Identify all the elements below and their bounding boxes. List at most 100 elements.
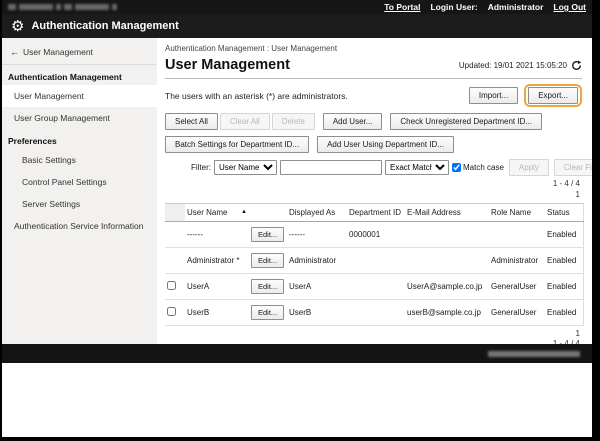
cell-email (405, 221, 489, 247)
clear-filter-button: Clear Filter (554, 159, 592, 176)
sidebar-section-authentication-management: Authentication Management (2, 65, 157, 85)
screenshot-frame: To Portal Login User: Administrator Log … (0, 0, 600, 441)
edit-button[interactable]: Edit... (251, 227, 284, 242)
filter-field-select[interactable]: User Name (214, 160, 277, 175)
cell-role-name: GeneralUser (489, 299, 545, 325)
cell-status: Enabled (545, 247, 583, 273)
pagination-page-number[interactable]: 1 (165, 329, 580, 340)
sidebar-item-basic-settings[interactable]: Basic Settings (2, 149, 157, 171)
cell-email (405, 247, 489, 273)
action-buttons-row-2: Batch Settings for Department ID... Add … (165, 136, 582, 153)
cell-user-name: UserA (185, 273, 249, 299)
check-unregistered-department-id-button[interactable]: Check Unregistered Department ID... (390, 113, 542, 130)
to-portal-link[interactable]: To Portal (384, 2, 420, 12)
browser-page: To Portal Login User: Administrator Log … (2, 0, 592, 437)
pagination-page-number[interactable]: 1 (165, 190, 580, 201)
table-header-row: User Name▲ Displayed As Department ID E-… (165, 203, 583, 221)
note-row: The users with an asterisk (*) are admin… (165, 84, 582, 107)
filter-match-select[interactable]: Exact Match (385, 160, 449, 175)
cell-email: UserA@sample.co.jp (405, 273, 489, 299)
header-department-id: Department ID (347, 203, 405, 221)
edit-button[interactable]: Edit... (251, 279, 284, 294)
cell-role-name: Administrator (489, 247, 545, 273)
gear-icon: ⚙ (11, 19, 24, 34)
header-edit-column (249, 203, 287, 221)
user-table: User Name▲ Displayed As Department ID E-… (165, 203, 584, 326)
cell-displayed-as: UserA (287, 273, 347, 299)
import-button[interactable]: Import... (469, 87, 518, 104)
filter-text-input[interactable] (280, 160, 382, 175)
breadcrumb: Authentication Management : User Managem… (165, 44, 582, 53)
sidebar-item-server-settings[interactable]: Server Settings (2, 193, 157, 215)
login-user-name: Administrator (488, 2, 544, 12)
cell-status: Enabled (545, 221, 583, 247)
header-role-name: Role Name (489, 203, 545, 221)
log-out-link[interactable]: Log Out (553, 2, 586, 12)
updated-timestamp: Updated: 19/01 2021 15:05:20 (459, 60, 582, 71)
cell-displayed-as: Administrator (287, 247, 347, 273)
sort-asc-icon: ▲ (241, 209, 247, 215)
title-row: User Management Updated: 19/01 2021 15:0… (165, 53, 582, 79)
sidebar-item-user-management[interactable]: User Management (2, 85, 157, 107)
admin-note: The users with an asterisk (*) are admin… (165, 91, 348, 101)
pagination-top: 1 - 4 / 4 1 (165, 179, 582, 201)
match-case-label: Match case (463, 163, 504, 172)
header-email: E-Mail Address (405, 203, 489, 221)
add-user-using-department-id-button[interactable]: Add User Using Department ID... (317, 136, 454, 153)
sidebar-item-authentication-service-information[interactable]: Authentication Service Information (2, 215, 157, 237)
add-user-button[interactable]: Add User... (323, 113, 383, 130)
export-button[interactable]: Export... (528, 87, 578, 104)
content-body: ← User Management Authentication Managem… (2, 38, 592, 344)
pagination-bottom: 1 1 - 4 / 4 (165, 329, 582, 344)
import-export-group: Import... Export... (469, 84, 582, 107)
sidebar-section-preferences: Preferences (2, 129, 157, 149)
cell-email: userB@sample.co.jp (405, 299, 489, 325)
row-checkbox[interactable] (167, 307, 176, 316)
filter-row: Filter: User Name Exact Match Match case… (191, 159, 582, 176)
table-row: UserA Edit... UserA UserA@sample.co.jp G… (165, 273, 583, 299)
filter-label: Filter: (191, 163, 211, 172)
edit-button[interactable]: Edit... (251, 253, 284, 268)
sidebar-item-user-group-management[interactable]: User Group Management (2, 107, 157, 129)
batch-settings-department-id-button[interactable]: Batch Settings for Department ID... (165, 136, 309, 153)
export-highlight-ring: Export... (524, 84, 582, 107)
back-arrow-icon: ← (10, 47, 19, 57)
cell-department-id: 0000001 (347, 221, 405, 247)
table-row: Administrator * Edit... Administrator Ad… (165, 247, 583, 273)
top-links: To Portal Login User: Administrator Log … (384, 2, 586, 12)
header-checkbox-column (165, 203, 185, 221)
device-name-redacted (8, 4, 117, 10)
header-status: Status (545, 203, 583, 221)
header-displayed-as: Displayed As (287, 203, 347, 221)
cell-status: Enabled (545, 273, 583, 299)
match-case-wrap: Match case (452, 163, 504, 172)
cell-displayed-as: UserB (287, 299, 347, 325)
edit-button[interactable]: Edit... (251, 305, 284, 320)
table-row: UserB Edit... UserB userB@sample.co.jp G… (165, 299, 583, 325)
cell-user-name: Administrator * (185, 247, 249, 273)
cell-user-name: UserB (185, 299, 249, 325)
action-buttons-row-1: Select All Clear All Delete Add User... … (165, 113, 582, 130)
row-checkbox[interactable] (167, 281, 176, 290)
delete-button: Delete (272, 113, 315, 130)
sidebar-back-user-management[interactable]: ← User Management (2, 40, 157, 65)
cell-displayed-as: ------ (287, 221, 347, 247)
app-bar: ⚙ Authentication Management (2, 14, 592, 38)
page-title: User Management (165, 57, 290, 73)
copyright-redacted (488, 351, 580, 357)
sidebar-item-control-panel-settings[interactable]: Control Panel Settings (2, 171, 157, 193)
viewport-empty-area (2, 363, 592, 437)
cell-department-id (347, 273, 405, 299)
header-user-name[interactable]: User Name▲ (185, 203, 249, 221)
refresh-icon[interactable] (571, 60, 582, 71)
cell-role-name: GeneralUser (489, 273, 545, 299)
cell-department-id (347, 247, 405, 273)
table-row: ------ Edit... ------ 0000001 Enabled (165, 221, 583, 247)
cell-status: Enabled (545, 299, 583, 325)
top-bar: To Portal Login User: Administrator Log … (2, 0, 592, 14)
clear-all-button: Clear All (220, 113, 270, 130)
sidebar: ← User Management Authentication Managem… (2, 38, 157, 344)
login-user-label: Login User: (430, 2, 477, 12)
match-case-checkbox[interactable] (452, 163, 461, 172)
select-all-button[interactable]: Select All (165, 113, 218, 130)
